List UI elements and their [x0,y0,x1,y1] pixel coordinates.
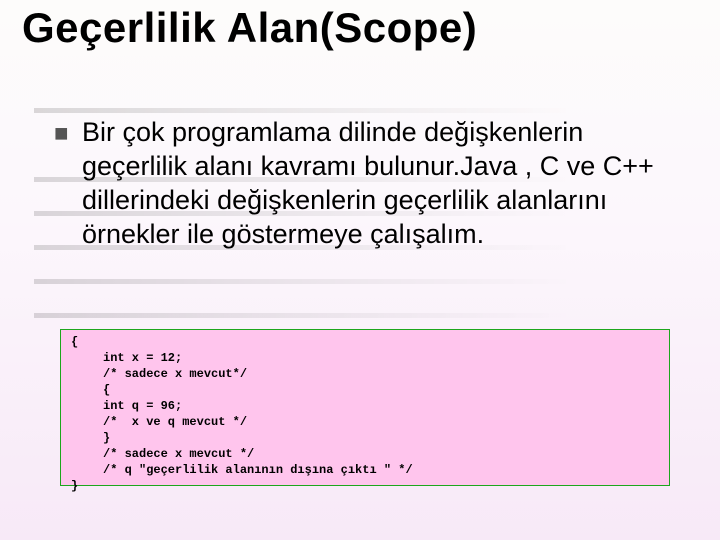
shadow-line [34,279,574,284]
code-line: int q = 96; [71,398,661,414]
code-line: /* sadece x mevcut */ [71,446,661,462]
code-box: { int x = 12; /* sadece x mevcut*/ { int… [60,329,670,486]
code-line: /* q "geçerlilik alanının dışına çıktı "… [71,462,661,478]
code-line: /* x ve q mevcut */ [71,414,661,430]
code-line: } [71,478,661,494]
slide-title: Geçerlilik Alan(Scope) [22,4,477,52]
code-line: } [71,430,661,446]
shadow-line [34,313,574,318]
code-line: int x = 12; [71,350,661,366]
bullet-text: Bir çok programlama dilinde değişkenleri… [82,115,654,251]
shadow-line [34,108,574,113]
slide: Geçerlilik Alan(Scope) ■ Bir çok program… [0,0,720,540]
bullet-mark: ■ [54,115,82,151]
body-text-block: ■ Bir çok programlama dilinde değişkenle… [54,115,654,251]
bullet-item: ■ Bir çok programlama dilinde değişkenle… [54,115,654,251]
code-line: /* sadece x mevcut*/ [71,366,661,382]
code-line: { [71,334,661,350]
code-line: { [71,382,661,398]
